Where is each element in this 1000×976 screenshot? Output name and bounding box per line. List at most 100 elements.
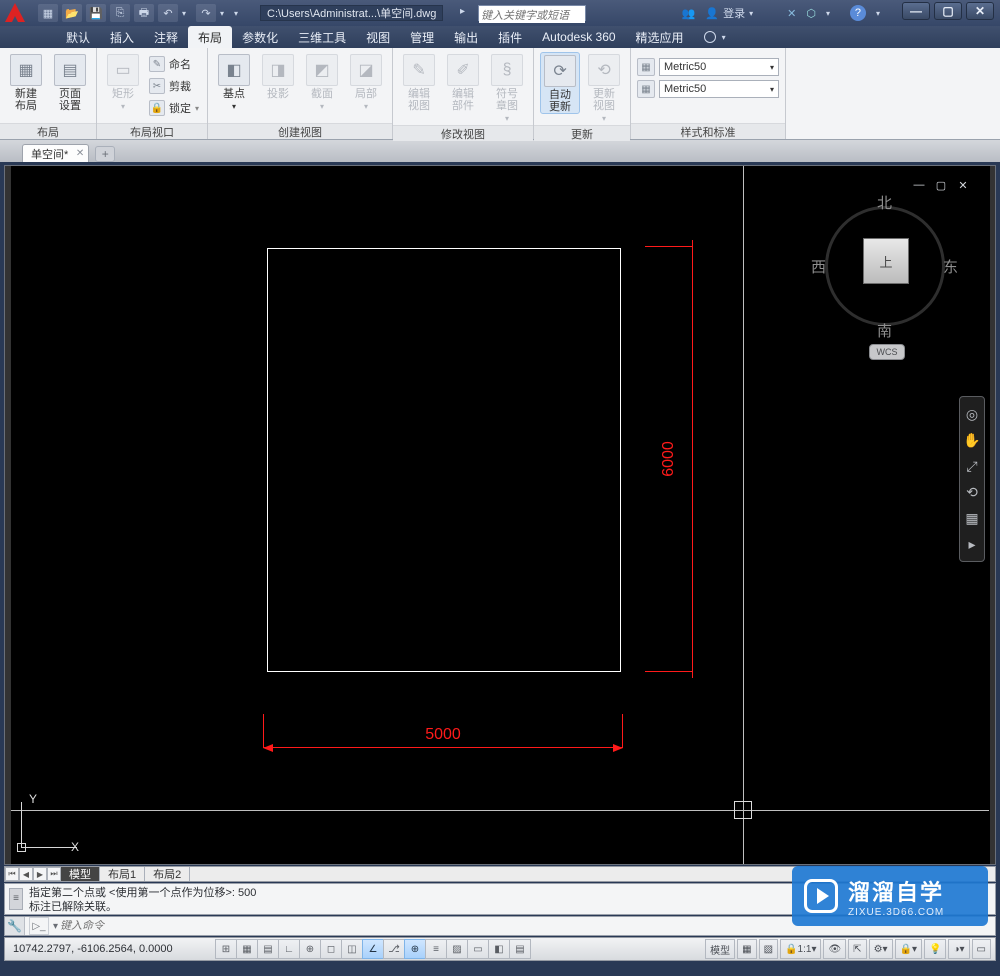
drawing-quickview-icon[interactable]: ▧ xyxy=(759,939,778,959)
drawing-area[interactable]: — ▢ ✕ 北 南 西 东 上 WCS ◎ ✋ ⤢ ⟲ ▦ ▸ 5000 600… xyxy=(4,165,996,865)
osnap-icon[interactable]: ◻ xyxy=(320,939,342,959)
undo-dd-icon[interactable]: ▾ xyxy=(182,4,192,22)
ribbon-tab[interactable]: Autodesk 360 xyxy=(532,26,625,48)
ribbon-tab[interactable]: 视图 xyxy=(356,26,400,48)
appframe-icon[interactable] xyxy=(704,31,716,43)
isolate-icon[interactable]: ◑▾ xyxy=(948,939,969,959)
chevron-down-icon[interactable]: ▾ xyxy=(722,33,726,42)
ribbon-tab[interactable]: 三维工具 xyxy=(288,26,356,48)
signin-button[interactable]: 👤 登录 ▾ xyxy=(705,5,753,21)
dimension-horizontal[interactable]: 5000 xyxy=(263,714,623,756)
new-tab-button[interactable]: + xyxy=(95,146,115,162)
infocenter-icon[interactable]: 👥 xyxy=(682,7,696,20)
showmotion-icon[interactable]: ▦ xyxy=(963,509,981,527)
model-space-button[interactable]: 模型 xyxy=(705,939,735,959)
vp-minimize-icon[interactable]: — xyxy=(911,178,927,192)
ribbon-small-button[interactable]: 🔒锁定 ▾ xyxy=(147,98,201,118)
ortho-icon[interactable]: ∟ xyxy=(278,939,300,959)
zoom-extents-icon[interactable]: ⤢ xyxy=(963,457,981,475)
3dosnap-icon[interactable]: ◫ xyxy=(341,939,363,959)
vp-maximize-icon[interactable]: ▢ xyxy=(933,178,949,192)
maximize-button[interactable]: ▢ xyxy=(934,2,962,20)
ribbon-tab[interactable]: 布局 xyxy=(188,26,232,48)
close-button[interactable]: ✕ xyxy=(966,2,994,20)
ribbon-button[interactable]: ▤页面设置 xyxy=(50,52,90,112)
layout-tab[interactable]: 布局1 xyxy=(100,867,145,881)
dyn-input-icon[interactable]: ⊕ xyxy=(404,939,426,959)
autoscale-icon[interactable]: ⇱ xyxy=(848,939,866,959)
ribbon-tab[interactable]: 管理 xyxy=(400,26,444,48)
qat-plot-icon[interactable]: 🖶 xyxy=(134,4,154,22)
style-dropdown[interactable]: Metric50▾ xyxy=(659,80,779,98)
lineweight-icon[interactable]: ≡ xyxy=(425,939,447,959)
am-icon[interactable]: ▤ xyxy=(509,939,531,959)
path-dd-icon[interactable]: ▸ xyxy=(460,6,465,17)
snap-icon[interactable]: ▦ xyxy=(236,939,258,959)
navbar-more-icon[interactable]: ▸ xyxy=(963,535,981,553)
workspace-switch-icon[interactable]: ⚙▾ xyxy=(869,939,893,959)
sc-icon[interactable]: ◧ xyxy=(488,939,510,959)
clean-screen-icon[interactable]: ▭ xyxy=(972,939,991,959)
style-icon[interactable]: ▦ xyxy=(637,80,655,98)
coordinates-display[interactable]: 10742.2797, -6106.2564, 0.0000 xyxy=(5,943,215,955)
qat-new-icon[interactable]: ▦ xyxy=(38,4,58,22)
ribbon-small-button[interactable]: ✎命名 xyxy=(147,54,201,74)
layout-tab[interactable]: 模型 xyxy=(61,867,100,881)
viewcube-face[interactable]: 上 xyxy=(863,238,909,284)
qp-icon[interactable]: ▭ xyxy=(467,939,489,959)
layout-quickview-icon[interactable]: ▦ xyxy=(737,939,756,959)
infer-constraints-icon[interactable]: ⊞ xyxy=(215,939,237,959)
ribbon-tab[interactable]: 插入 xyxy=(100,26,144,48)
cmd-prompt-icon[interactable]: ▷_ xyxy=(29,917,49,935)
ribbon-tab[interactable]: 输出 xyxy=(444,26,488,48)
tab-next-icon[interactable]: ▶ xyxy=(33,867,47,881)
close-icon[interactable]: ✕ xyxy=(76,148,84,159)
style-dropdown[interactable]: Metric50▾ xyxy=(659,58,779,76)
annotation-visibility-icon[interactable]: 👁 xyxy=(823,939,846,959)
layout-tab[interactable]: 布局2 xyxy=(145,867,190,881)
ribbon-tab[interactable]: 参数化 xyxy=(232,26,288,48)
a360-icon[interactable]: ⬡ xyxy=(806,7,816,20)
qat-redo-icon[interactable]: ↷ xyxy=(196,4,216,22)
chevron-down-icon[interactable]: ▾ xyxy=(826,9,830,18)
customize-icon[interactable]: 🔧 xyxy=(5,917,25,935)
ribbon-button[interactable]: ▦新建布局 xyxy=(6,52,46,112)
drawing-rectangle[interactable] xyxy=(267,248,621,672)
chevron-down-icon[interactable]: ▾ xyxy=(876,9,880,18)
ribbon-button[interactable]: ◧基点▾ xyxy=(214,52,254,113)
transparency-icon[interactable]: ▨ xyxy=(446,939,468,959)
exchange-icon[interactable]: ✕ xyxy=(787,7,796,20)
tab-first-icon[interactable]: ⏮ xyxy=(5,867,19,881)
app-logo[interactable] xyxy=(0,0,30,26)
qat-save-icon[interactable]: 💾 xyxy=(86,4,106,22)
file-tab[interactable]: 单空间* ✕ xyxy=(22,144,89,162)
ucs-icon[interactable]: Y X xyxy=(15,794,85,854)
qat-undo-icon[interactable]: ↶ xyxy=(158,4,178,22)
qat-open-icon[interactable]: 📂 xyxy=(62,4,82,22)
minimize-button[interactable]: — xyxy=(902,2,930,20)
pan-icon[interactable]: ✋ xyxy=(963,431,981,449)
steering-wheel-icon[interactable]: ◎ xyxy=(963,405,981,423)
help-search[interactable] xyxy=(478,5,586,21)
ribbon-tab[interactable]: 精选应用 xyxy=(626,26,694,48)
redo-dd-icon[interactable]: ▾ xyxy=(220,4,230,22)
grid-icon[interactable]: ▤ xyxy=(257,939,279,959)
polar-icon[interactable]: ⊕ xyxy=(299,939,321,959)
style-icon[interactable]: ▦ xyxy=(637,58,655,76)
orbit-icon[interactable]: ⟲ xyxy=(963,483,981,501)
ribbon-tab[interactable]: 插件 xyxy=(488,26,532,48)
qat-customize-icon[interactable]: ▾ xyxy=(234,4,244,22)
ribbon-small-button[interactable]: ✂剪裁 xyxy=(147,76,201,96)
tab-last-icon[interactable]: ⏭ xyxy=(47,867,61,881)
ducs-icon[interactable]: ⎇ xyxy=(383,939,405,959)
ribbon-tab[interactable]: 注释 xyxy=(144,26,188,48)
dimension-vertical[interactable]: 6000 xyxy=(645,240,701,678)
vp-close-icon[interactable]: ✕ xyxy=(955,178,971,192)
help-search-input[interactable] xyxy=(479,9,585,23)
tab-prev-icon[interactable]: ◀ xyxy=(19,867,33,881)
annotation-scale[interactable]: 🔒 1:1▾ xyxy=(780,939,821,959)
wcs-badge[interactable]: WCS xyxy=(869,344,905,360)
viewcube[interactable]: 北 南 西 东 上 WCS xyxy=(815,196,955,356)
ribbon-button[interactable]: ⟳自动更新 xyxy=(540,52,580,114)
hardware-accel-icon[interactable]: 💡 xyxy=(924,939,946,959)
